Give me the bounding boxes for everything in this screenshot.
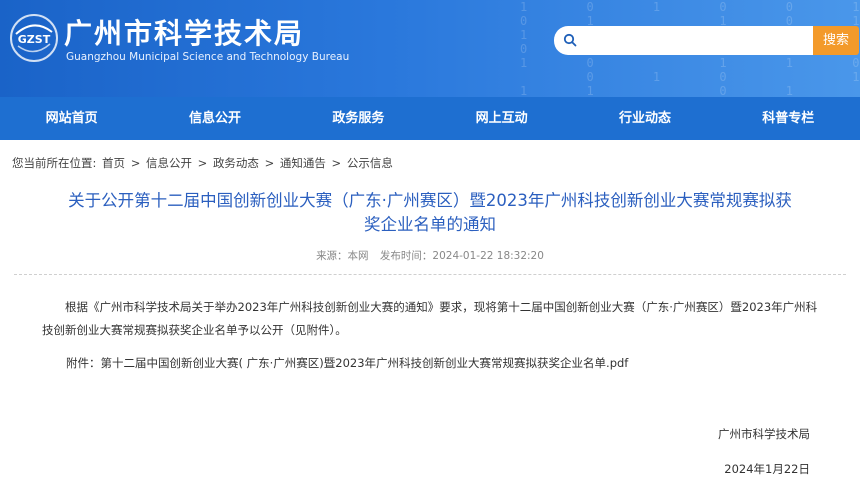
attachment: 附件：第十二届中国创新创业大赛( 广东·广州赛区)暨2023年广州科技创新创业大…	[66, 355, 860, 371]
breadcrumb-prefix: 您当前所在位置:	[12, 156, 97, 170]
article-meta: 来源：本网 发布时间：2024-01-22 18:32:20	[0, 248, 860, 263]
breadcrumb-separator: >	[331, 156, 342, 170]
gzst-logo[interactable]: GZST	[8, 12, 60, 64]
main-nav: 网站首页 信息公开 政务服务 网上互动 行业动态 科普专栏	[0, 97, 860, 140]
breadcrumb-item-home[interactable]: 首页	[102, 156, 125, 170]
attachment-link[interactable]: 第十二届中国创新创业大赛( 广东·广州赛区)暨2023年广州科技创新创业大赛常规…	[101, 356, 629, 370]
article: 关于公开第十二届中国创新创业大赛（广东·广州赛区）暨2023年广州科技创新创业大…	[0, 189, 860, 477]
nav-item-industry-news[interactable]: 行业动态	[573, 97, 716, 140]
site-header: 1 0 1 0 0 1 1 0 0 1 1 0 1 0 1 0 1 0 1 1 …	[0, 0, 860, 97]
nav-item-gov-services[interactable]: 政务服务	[287, 97, 430, 140]
article-body: 根据《广州市科学技术局关于举办2023年广州科技创新创业大赛的通知》要求，现将第…	[42, 300, 818, 337]
nav-item-science-column[interactable]: 科普专栏	[717, 97, 860, 140]
signature-org: 广州市科学技术局	[718, 427, 810, 441]
article-publish-time: 发布时间：2024-01-22 18:32:20	[379, 250, 544, 262]
logo-text: GZST	[18, 33, 51, 46]
nav-item-interaction[interactable]: 网上互动	[430, 97, 573, 140]
search-box	[554, 26, 814, 55]
attachment-label: 附件：	[66, 356, 101, 370]
breadcrumb-separator: >	[197, 156, 208, 170]
signature-date: 2024年1月22日	[724, 462, 810, 476]
site-title[interactable]: 广州市科学技术局	[64, 12, 304, 52]
article-title: 关于公开第十二届中国创新创业大赛（广东·广州赛区）暨2023年广州科技创新创业大…	[68, 191, 792, 234]
breadcrumb-separator: >	[130, 156, 141, 170]
article-source: 来源：本网	[316, 250, 369, 262]
breadcrumb-separator: >	[264, 156, 275, 170]
nav-item-home[interactable]: 网站首页	[0, 97, 143, 140]
site-subtitle: Guangzhou Municipal Science and Technolo…	[66, 51, 350, 63]
search-icon	[563, 33, 577, 47]
breadcrumb: 您当前所在位置: 首页 > 信息公开 > 政务动态 > 通知通告 > 公示信息	[0, 140, 860, 175]
breadcrumb-item-info[interactable]: 信息公开	[146, 156, 192, 170]
search-input[interactable]	[584, 30, 808, 52]
nav-item-info-disclosure[interactable]: 信息公开	[143, 97, 286, 140]
breadcrumb-item-public-info[interactable]: 公示信息	[347, 156, 393, 170]
breadcrumb-item-gov-news[interactable]: 政务动态	[213, 156, 259, 170]
divider	[14, 274, 846, 275]
search-button[interactable]: 搜索	[813, 26, 859, 55]
breadcrumb-item-notices[interactable]: 通知通告	[280, 156, 326, 170]
